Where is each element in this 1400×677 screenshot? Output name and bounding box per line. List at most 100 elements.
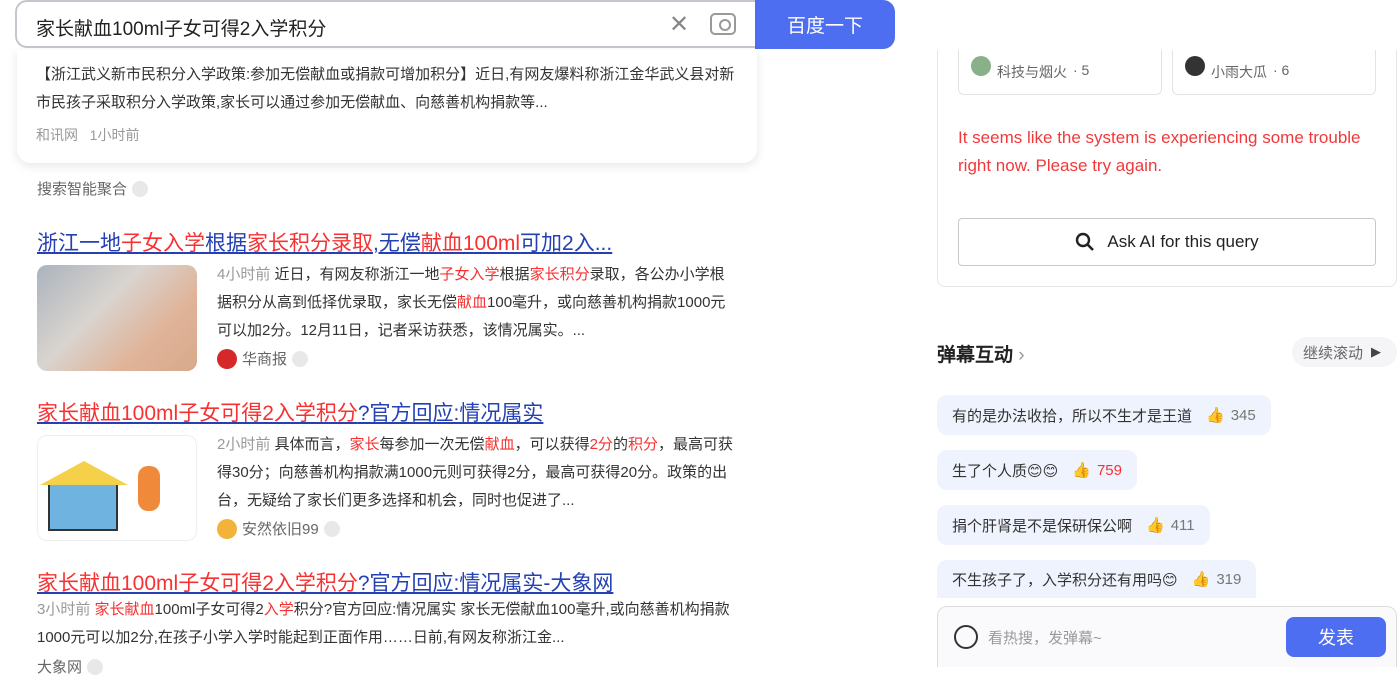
top-card: 【浙江武义新市民积分入学政策:参加无偿献血或捐款可增加积分】近日,有网友爆料称浙…	[17, 50, 757, 163]
result-title[interactable]: 家长献血100ml子女可得2入学积分?官方回应:情况属实	[37, 397, 543, 427]
like-button[interactable]: 👍 319	[1191, 570, 1242, 589]
thumbs-up-icon: 👍	[1072, 462, 1091, 479]
danmaku-item[interactable]: 捐个肝肾是不是保研保公啊 👍 411	[937, 505, 1210, 545]
danmaku-input[interactable]: 看热搜，发弹幕~	[988, 627, 1102, 648]
result-snippet: 4小时前 近日，有网友称浙江一地子女入学根据家长积分录取，各公办小学根据积分从高…	[217, 261, 737, 345]
like-count: 345	[1230, 406, 1256, 424]
author-chip[interactable]: 小雨大瓜 · 6	[1172, 50, 1376, 95]
highlight-text: 子女入学	[439, 266, 500, 283]
top-card-meta: 和讯网 1小时前	[36, 125, 139, 145]
chevron-down-icon[interactable]	[292, 350, 309, 367]
like-button[interactable]: 👍 759	[1072, 461, 1122, 480]
danmaku-title: 弹幕互动	[937, 345, 1014, 366]
thumbs-up-icon: 👍	[1146, 517, 1165, 534]
top-card-snippet: 【浙江武义新市民积分入学政策:参加无偿献血或捐款可增加积分】近日,有网友爆料称浙…	[36, 66, 735, 111]
camera-icon[interactable]	[710, 13, 736, 35]
chevron-right-icon: ›	[1018, 345, 1025, 366]
danmaku-item[interactable]: 不生孩子了，入学积分还有用吗😊 👍 319	[937, 560, 1257, 598]
chip-name: 科技与烟火	[997, 64, 1067, 80]
text-segment: ?官方回应:情况属实-大象网	[357, 572, 614, 595]
result-thumbnail[interactable]	[37, 265, 197, 371]
like-button[interactable]: 👍 411	[1146, 516, 1195, 535]
text-segment: 根据	[499, 266, 530, 283]
chip-count: · 5	[1073, 62, 1090, 78]
result-title[interactable]: 浙江一地子女入学根据家长积分录取,无偿献血100ml可加2入...	[37, 227, 612, 257]
chip-name: 小雨大瓜	[1211, 64, 1267, 80]
text-segment: ，可以获得	[514, 436, 590, 453]
text-segment: 近日，有网友称浙江一地	[274, 266, 440, 283]
like-count: 411	[1170, 516, 1195, 534]
result-title[interactable]: 家长献血100ml子女可得2入学积分?官方回应:情况属实-大象网	[37, 567, 613, 597]
highlight-text: 家长献血100ml子女可得2入学积分	[37, 402, 358, 425]
thumbs-up-icon: 👍	[1206, 407, 1225, 424]
highlight-text: 家长献血100ml子女可得2入学积分	[37, 572, 358, 595]
result-time: 2小时前	[217, 436, 275, 453]
highlight-text: 献血	[457, 294, 488, 311]
result-time: 3小时前	[37, 601, 95, 618]
play-icon: ▶	[1371, 344, 1382, 359]
search-icon	[1076, 232, 1095, 251]
highlight-text: 入学	[263, 601, 294, 618]
danmaku-text: 生了个人质😊😊	[952, 462, 1059, 480]
danmaku-text: 有的是办法收拾，所以不生才是王道	[952, 407, 1193, 425]
text-segment: 可加2入...	[520, 232, 613, 255]
emoji-icon[interactable]	[954, 625, 978, 649]
clear-icon[interactable]: ✕	[669, 10, 689, 39]
danmaku-item[interactable]: 生了个人质😊😊 👍 759	[937, 450, 1137, 490]
result-source[interactable]: 华商报	[217, 348, 309, 369]
author-chip[interactable]: 科技与烟火 · 5	[958, 50, 1162, 95]
ask-ai-button[interactable]: Ask AI for this query	[958, 218, 1376, 266]
publish-button[interactable]: 发表	[1286, 617, 1386, 657]
avatar	[217, 518, 237, 539]
ask-ai-label: Ask AI for this query	[1107, 232, 1259, 251]
avatar	[971, 56, 991, 76]
search-button[interactable]: 百度一下	[755, 0, 895, 49]
danmaku-heading[interactable]: 弹幕互动 ›	[937, 340, 1025, 367]
continue-label: 继续滚动	[1303, 344, 1364, 362]
highlight-text: 2分	[589, 436, 613, 453]
time: 1小时前	[89, 127, 140, 143]
danmaku-text: 不生孩子了，入学积分还有用吗😊	[952, 571, 1178, 589]
text-segment: 每参加一次无偿	[379, 436, 485, 453]
source-name: 安然依旧99	[242, 521, 319, 538]
danmaku-text: 捐个肝肾是不是保研保公啊	[952, 517, 1133, 535]
highlight-text: 家长积分	[529, 266, 590, 283]
chevron-down-icon[interactable]	[132, 180, 149, 197]
text-segment: ,无偿	[373, 232, 421, 255]
text-segment: 浙江一地	[37, 232, 121, 255]
source-name: 华商报	[242, 351, 288, 368]
aggregate-label[interactable]: 搜索智能聚合	[37, 178, 149, 199]
error-message: It seems like the system is experiencing…	[958, 128, 1361, 175]
text-segment: 根据	[205, 232, 247, 255]
highlight-text: 献血100ml	[420, 232, 521, 255]
result-thumbnail[interactable]	[37, 435, 197, 541]
chevron-down-icon[interactable]	[323, 520, 340, 537]
text-segment: ?官方回应:情况属实	[357, 402, 544, 425]
result-source[interactable]: 安然依旧99	[217, 518, 340, 539]
highlight-text: 家长	[349, 436, 380, 453]
aggregate-text: 搜索智能聚合	[37, 181, 128, 198]
like-count: 319	[1216, 570, 1242, 588]
danmaku-item[interactable]: 有的是办法收拾，所以不生才是王道 👍 345	[937, 395, 1271, 435]
text-segment: 100ml子女可得2	[154, 601, 264, 618]
result-snippet: 2小时前 具体而言，家长每参加一次无偿献血，可以获得2分的积分，最高可获得30分…	[217, 431, 737, 515]
highlight-text: 家长献血	[94, 601, 155, 618]
source[interactable]: 和讯网	[36, 127, 78, 143]
chip-count: · 6	[1273, 62, 1290, 78]
like-button[interactable]: 👍 345	[1206, 406, 1256, 425]
result-time: 4小时前	[217, 266, 275, 283]
search-input[interactable]: 家长献血100ml子女可得2入学积分	[36, 14, 326, 41]
highlight-text: 积分	[627, 436, 658, 453]
search-box[interactable]: 家长献血100ml子女可得2入学积分 ✕	[15, 0, 775, 48]
source-logo-icon	[217, 348, 237, 369]
continue-scroll-button[interactable]: 继续滚动 ▶	[1292, 337, 1397, 367]
like-count: 759	[1096, 461, 1122, 479]
text-segment: 具体而言，	[274, 436, 350, 453]
text-segment: 的	[612, 436, 628, 453]
result-snippet: 3小时前 家长献血100ml子女可得2入学积分?官方回应:情况属实 家长无偿献血…	[37, 596, 737, 652]
highlight-text: 家长积分录取	[247, 232, 373, 255]
highlight-text: 献血	[484, 436, 515, 453]
thumbs-up-icon: 👍	[1191, 571, 1211, 588]
highlight-text: 子女入学	[121, 232, 205, 255]
avatar	[1185, 56, 1205, 76]
